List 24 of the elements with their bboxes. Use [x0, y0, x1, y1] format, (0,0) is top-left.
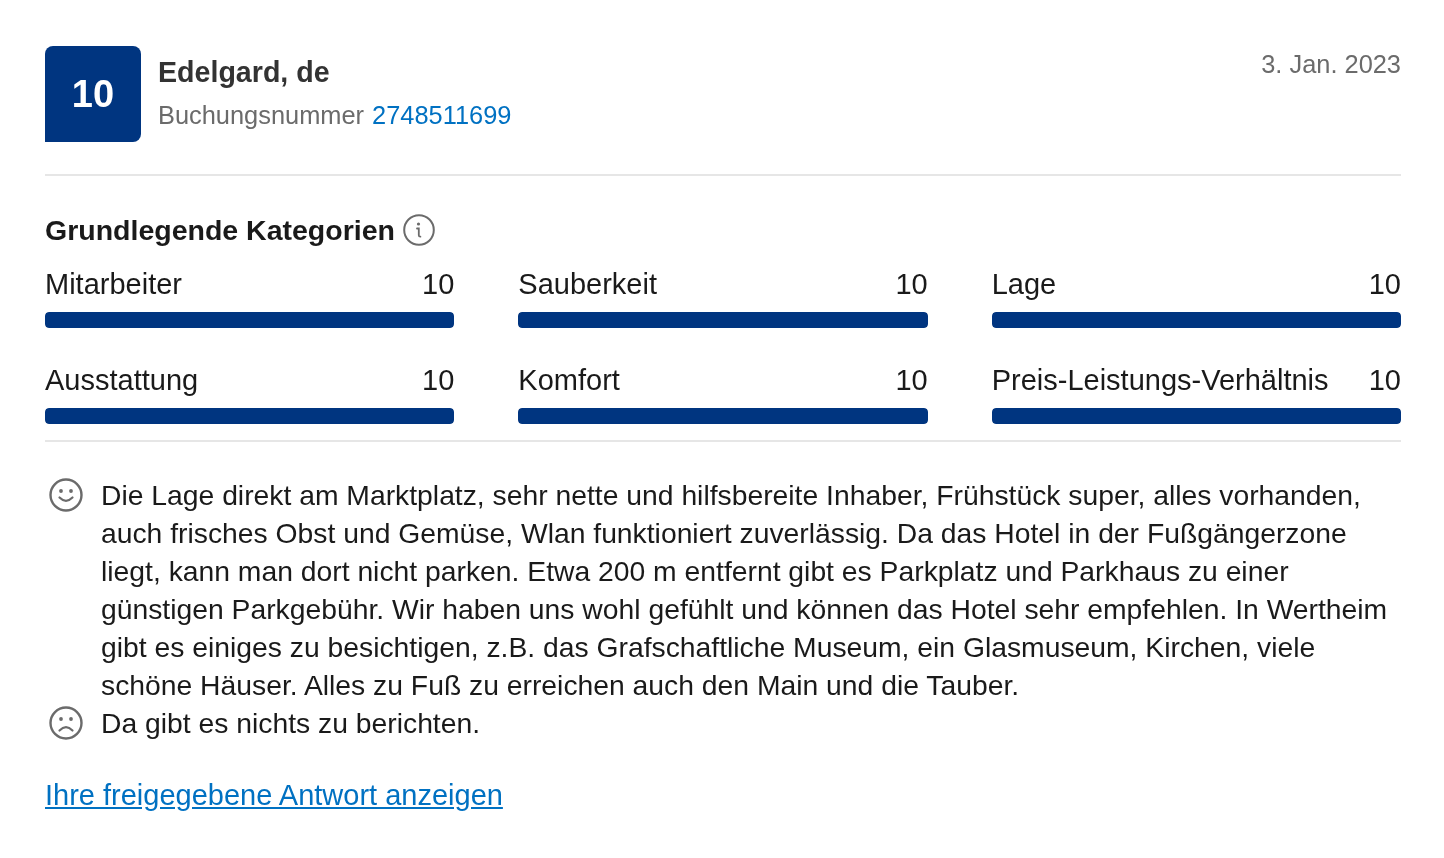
category-label: Mitarbeiter — [45, 267, 182, 301]
category-label: Komfort — [518, 363, 620, 397]
smiley-icon — [49, 478, 83, 512]
score-badge: 10 — [45, 46, 141, 142]
reviewer-name: Edelgard, de — [158, 55, 331, 89]
review-text: Die Lage direkt am Marktplatz, sehr nette und hilfsbereite Inhaber, Frühstück super, alles vorhanden, auch frisches Obst und Gemüse, Wlan funktioniert zuverlässig. Da das Hotel in der Fußgängerzone liegt, kann man dort nicht parken. Etwa 200 m entfernt gibt es Parkplatz und Parkhaus zu einer günstigen Parkgebühr. Wir haben uns wohl gefühlt und können das Hotel sehr empfehlen. In Wertheim gibt es einiges zu besichtigen, z.B. das Grafschaftliche Museum, ein Glasmuseum, Kirchen, viele schöne Häuser. Alles zu Fuß zu erreichen auch den Main und die Tauber. — [101, 478, 1389, 703]
review-text: Da gibt es nichts zu berichten. — [101, 706, 482, 741]
response-link[interactable]: Ihre freigegebene Antwort anzeigen — [45, 776, 503, 814]
category-score: 10 — [895, 363, 928, 397]
category-label: Preis-Leistungs-Verhältnis — [991, 363, 1329, 397]
booking-label: Buchungsnummer — [158, 100, 365, 130]
category-score: 10 — [1368, 363, 1401, 397]
category-label: Lage — [991, 267, 1057, 301]
info-icon[interactable] — [402, 214, 435, 246]
category-label: Ausstattung — [45, 363, 199, 397]
category-score: 10 — [422, 267, 455, 301]
review-date: 3. Jan. 2023 — [1261, 49, 1401, 79]
sad-face-icon — [49, 706, 83, 740]
booking-number-link[interactable]: 2748511699 — [372, 100, 512, 130]
category-label: Sauberkeit — [518, 267, 657, 301]
categories-heading: Grundlegende Kategorien — [45, 213, 395, 248]
category-score: 10 — [1368, 267, 1401, 301]
category-score: 10 — [895, 267, 928, 301]
category-score: 10 — [422, 363, 455, 397]
